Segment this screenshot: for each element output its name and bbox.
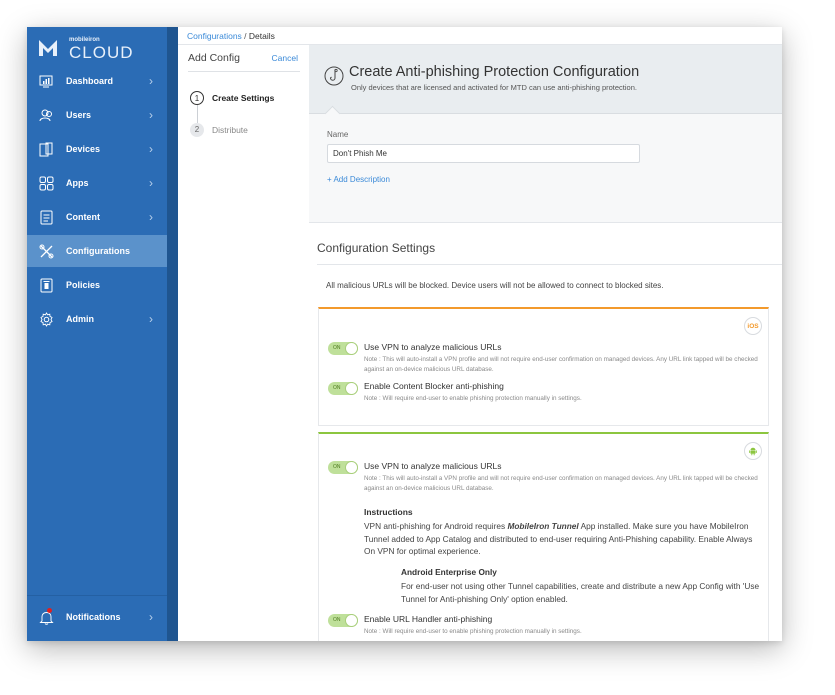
android-icon <box>749 447 757 456</box>
option-label: Enable URL Handler anti-phishing <box>364 614 493 624</box>
option-note: Note : This will auto-install a VPN prof… <box>364 356 758 373</box>
mobileiron-logo-icon <box>39 40 57 56</box>
step-number-2: 2 <box>190 123 204 137</box>
stepper-divider <box>188 71 300 72</box>
ios-badge: iOS <box>744 317 762 335</box>
page-header: Create Anti-phishing Protection Configur… <box>309 45 782 114</box>
android-vpn-toggle[interactable]: ON <box>328 461 358 474</box>
ios-vpn-toggle[interactable]: ON <box>328 342 358 355</box>
ios-settings-card: iOS ON Use VPN to analyze malicious URLs… <box>318 307 769 426</box>
chevron-right-icon: › <box>149 74 153 88</box>
add-description-link[interactable]: + Add Description <box>327 175 390 184</box>
sidebar-item-label: Policies <box>66 280 101 290</box>
sidebar-item-label: Apps <box>66 178 89 188</box>
app-window: mobileiron CLOUD Dashboard › Users › Dev… <box>27 27 782 641</box>
instructions-text: VPN anti-phishing for Android requires M… <box>364 520 759 558</box>
toggle-state: ON <box>333 464 341 470</box>
option-label: Use VPN to analyze malicious URLs <box>364 461 502 471</box>
sidebar-item-devices[interactable]: Devices › <box>27 133 167 165</box>
sidebar-item-dashboard[interactable]: Dashboard › <box>27 65 167 97</box>
sidebar-item-policies[interactable]: Policies <box>27 269 167 301</box>
bell-icon <box>38 608 54 625</box>
main-content: Create Anti-phishing Protection Configur… <box>309 45 782 641</box>
chevron-right-icon: › <box>149 108 153 122</box>
configurations-icon <box>38 243 54 259</box>
step-create-settings[interactable]: Create Settings <box>212 93 274 103</box>
toggle-knob <box>345 614 358 627</box>
name-input[interactable] <box>327 144 640 163</box>
devices-icon <box>38 141 54 157</box>
dashboard-icon <box>38 73 54 89</box>
chevron-right-icon: › <box>149 176 153 190</box>
wizard-stepper: Add Config Cancel 1 Create Settings 2 Di… <box>178 45 310 641</box>
brand-big: CLOUD <box>69 43 134 62</box>
policies-icon <box>38 277 54 293</box>
brand-logo[interactable]: mobileiron CLOUD <box>37 35 157 62</box>
android-settings-card: ON Use VPN to analyze malicious URLs Not… <box>318 432 769 641</box>
hook-icon <box>324 66 344 86</box>
toggle-state: ON <box>333 345 341 351</box>
sidebar-item-label: Admin <box>66 314 94 324</box>
toggle-knob <box>345 461 358 474</box>
chevron-right-icon: › <box>149 610 153 624</box>
option-note: Note : Will require end-user to enable p… <box>364 395 582 402</box>
name-section: Name + Add Description <box>309 114 782 223</box>
option-label: Use VPN to analyze malicious URLs <box>364 342 502 352</box>
sidebar: mobileiron CLOUD Dashboard › Users › Dev… <box>27 27 167 641</box>
name-label: Name <box>327 130 349 139</box>
ios-icon: iOS <box>747 322 759 330</box>
toggle-knob <box>345 382 358 395</box>
configuration-settings-description: All malicious URLs will be blocked. Devi… <box>326 281 664 290</box>
sidebar-item-label: Devices <box>66 144 101 154</box>
step-number-1: 1 <box>190 91 204 105</box>
instructions-app-name: MobileIron Tunnel <box>507 521 579 531</box>
instructions-title: Instructions <box>364 507 413 517</box>
sidebar-item-label: Dashboard <box>66 76 114 86</box>
page-title: Create Anti-phishing Protection Configur… <box>349 64 640 80</box>
option-label: Enable Content Blocker anti-phishing <box>364 381 504 391</box>
android-enterprise-text: For end-user not using other Tunnel capa… <box>401 581 760 604</box>
android-badge <box>744 442 762 460</box>
android-url-handler-toggle[interactable]: ON <box>328 614 358 627</box>
instructions-text-part: VPN anti-phishing for Android requires <box>364 521 508 531</box>
sidebar-item-configurations[interactable]: Configurations <box>27 235 167 267</box>
cancel-button[interactable]: Cancel <box>272 53 298 63</box>
section-divider <box>317 264 782 265</box>
sidebar-item-apps[interactable]: Apps › <box>27 167 167 199</box>
sidebar-item-users[interactable]: Users › <box>27 99 167 131</box>
ios-content-blocker-toggle[interactable]: ON <box>328 382 358 395</box>
users-icon <box>38 107 54 123</box>
sidebar-edge <box>167 27 178 641</box>
sidebar-item-notifications[interactable]: Notifications › <box>27 601 167 633</box>
android-enterprise-title: Android Enterprise Only <box>401 567 497 577</box>
sidebar-item-content[interactable]: Content › <box>27 201 167 233</box>
option-note: Note : This will auto-install a VPN prof… <box>364 475 758 492</box>
option-note: Note : Will require end-user to enable p… <box>364 628 582 635</box>
page-subtitle: Only devices that are licensed and activ… <box>351 83 637 92</box>
chevron-right-icon: › <box>149 210 153 224</box>
chevron-right-icon: › <box>149 142 153 156</box>
sidebar-item-label: Content <box>66 212 100 222</box>
breadcrumb-current: Details <box>248 31 275 41</box>
configuration-settings-title: Configuration Settings <box>317 241 436 255</box>
content-icon <box>38 209 54 225</box>
sidebar-item-label: Configurations <box>66 246 130 256</box>
sidebar-item-label: Notifications <box>66 612 121 622</box>
breadcrumb-link-configurations[interactable]: Configurations <box>187 31 242 41</box>
toggle-state: ON <box>333 617 341 623</box>
notification-alert-dot <box>47 608 52 613</box>
stepper-title: Add Config <box>188 52 240 64</box>
apps-icon <box>38 175 54 191</box>
toggle-knob <box>345 342 358 355</box>
chevron-right-icon: › <box>149 312 153 326</box>
sidebar-item-label: Users <box>66 110 92 120</box>
breadcrumb: Configurations / Details <box>178 27 782 45</box>
step-distribute[interactable]: Distribute <box>212 125 248 135</box>
breadcrumb-separator: / <box>241 31 249 41</box>
step-connector <box>197 105 198 123</box>
toggle-state: ON <box>333 385 341 391</box>
sidebar-item-admin[interactable]: Admin › <box>27 303 167 335</box>
gear-icon <box>38 311 54 327</box>
sidebar-divider <box>27 595 167 596</box>
